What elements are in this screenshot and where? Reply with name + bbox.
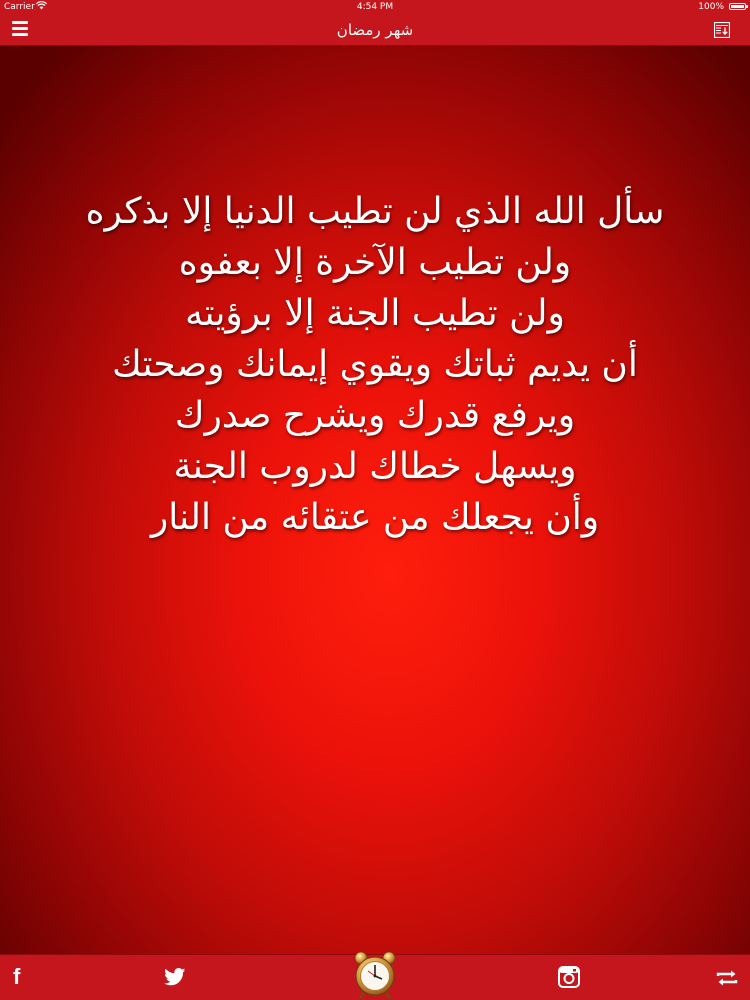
navigation-bar: شهر رمضان xyxy=(0,14,750,46)
facebook-icon[interactable]: f xyxy=(13,966,20,988)
battery-percent: 100% xyxy=(698,2,724,12)
battery-icon xyxy=(729,3,748,10)
poem-line: ويسهل خطاك لدروب الجنة xyxy=(173,446,577,487)
poem-line: ويرفع قدرك ويشرح صدرك xyxy=(174,395,576,436)
alarm-clock-button[interactable] xyxy=(352,949,398,999)
app-screen: Carrier 4:54 PM 100% شهر رمضان سأل الله … xyxy=(0,0,750,1000)
repeat-icon[interactable] xyxy=(716,967,738,989)
alarm-clock-icon xyxy=(354,951,396,999)
poem-text: سأل الله الذي لن تطيب الدنيا إلا بذكره و… xyxy=(40,186,710,543)
bottom-toolbar: f xyxy=(0,951,750,1000)
poem-line: سأل الله الذي لن تطيب الدنيا إلا بذكره xyxy=(85,191,665,232)
page-title: شهر رمضان xyxy=(336,21,414,39)
poem-line: وأن يجعلك من عتقائه من النار xyxy=(150,497,600,538)
status-time: 4:54 PM xyxy=(356,2,394,12)
poem-line: أن يديم ثباتك ويقوي إيمانك وصحتك xyxy=(112,344,638,385)
status-bar: Carrier 4:54 PM 100% xyxy=(0,0,750,14)
poem-line: ولن تطيب الجنة إلا برؤيته xyxy=(185,293,565,334)
twitter-icon[interactable] xyxy=(164,968,186,986)
save-download-icon xyxy=(713,21,731,39)
message-content: سأل الله الذي لن تطيب الدنيا إلا بذكره و… xyxy=(0,46,750,954)
save-button[interactable] xyxy=(713,21,731,39)
poem-line: ولن تطيب الآخرة إلا بعفوه xyxy=(178,242,572,283)
instagram-icon[interactable] xyxy=(558,966,580,988)
